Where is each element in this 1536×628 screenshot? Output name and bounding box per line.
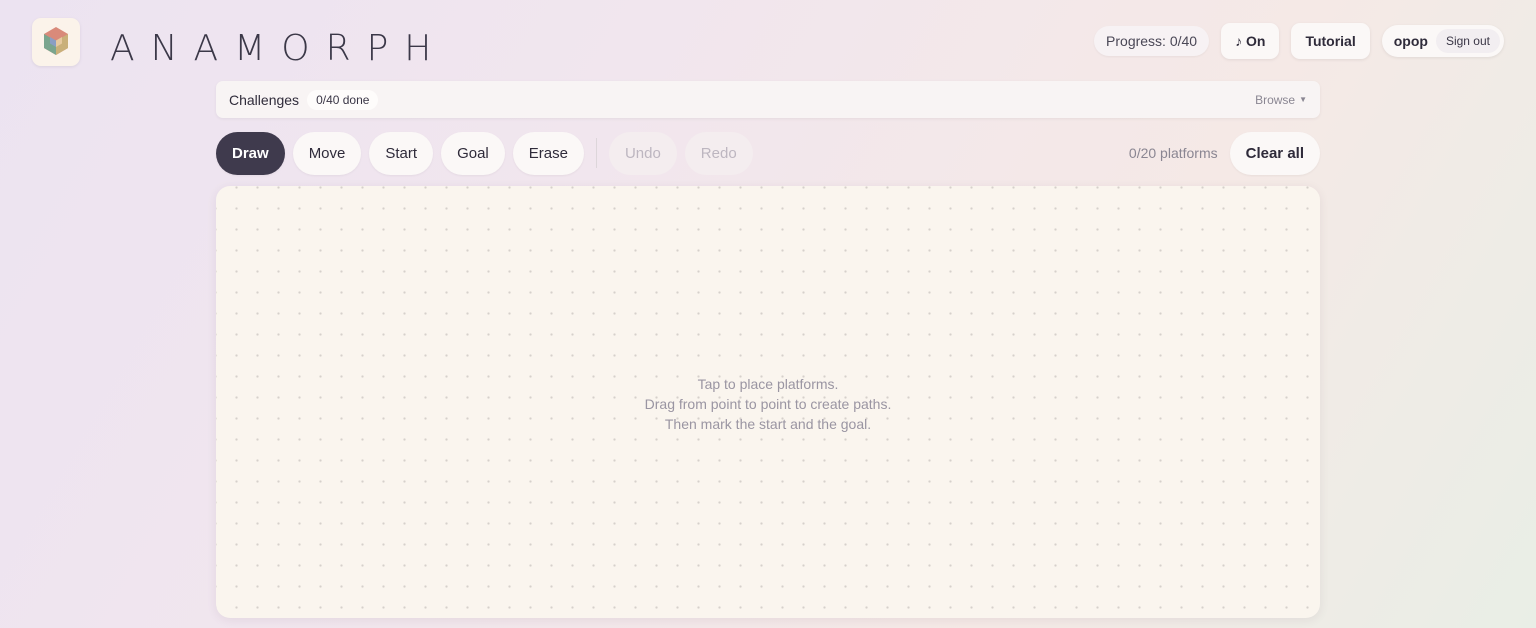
challenges-label: Challenges bbox=[229, 91, 300, 108]
draw-tool-button[interactable]: Draw bbox=[216, 131, 285, 175]
canvas-hint-line: Then mark the start and the goal. bbox=[664, 416, 872, 432]
user-menu: opop Sign out bbox=[1381, 25, 1504, 57]
drawing-canvas[interactable]: Tap to place platforms. Drag from point … bbox=[216, 186, 1320, 618]
canvas-hint: Tap to place platforms. Drag from point … bbox=[216, 374, 1320, 434]
goal-tool-button[interactable]: Goal bbox=[441, 131, 505, 175]
clear-all-button[interactable]: Clear all bbox=[1229, 131, 1320, 175]
platform-count: 0/20 platforms bbox=[1128, 145, 1218, 161]
progress-indicator: Progress: 0/40 bbox=[1094, 26, 1210, 56]
header-actions: Progress: 0/40 ♪ On Tutorial opop Sign o… bbox=[1094, 23, 1504, 59]
challenges-bar: Challenges 0/40 done Browse ▼ bbox=[216, 81, 1320, 118]
music-toggle-button[interactable]: ♪ On bbox=[1221, 23, 1280, 59]
user-name: opop bbox=[1393, 33, 1428, 49]
browse-challenges-button[interactable]: Browse ▼ bbox=[1255, 93, 1307, 107]
browse-label: Browse bbox=[1255, 92, 1296, 107]
isometric-cube-logo-icon bbox=[44, 27, 68, 55]
sign-out-button[interactable]: Sign out bbox=[1435, 29, 1500, 53]
move-tool-button[interactable]: Move bbox=[292, 131, 362, 175]
canvas-hint-line: Drag from point to point to create paths… bbox=[644, 396, 892, 412]
challenges-progress-badge: 0/40 done bbox=[307, 89, 379, 110]
chevron-down-icon: ▼ bbox=[1299, 95, 1307, 104]
start-tool-button[interactable]: Start bbox=[369, 131, 434, 175]
canvas-hint-line: Tap to place platforms. bbox=[697, 376, 839, 392]
tutorial-button[interactable]: Tutorial bbox=[1291, 23, 1370, 59]
toolbar-divider bbox=[595, 138, 597, 168]
erase-tool-button[interactable]: Erase bbox=[512, 131, 584, 175]
app-wordmark: ANAMORPH bbox=[110, 27, 448, 69]
editor-toolbar: Draw Move Start Goal Erase Undo Redo 0/2… bbox=[216, 131, 1320, 175]
app-logo bbox=[32, 18, 80, 66]
undo-button[interactable]: Undo bbox=[608, 131, 677, 175]
redo-button[interactable]: Redo bbox=[684, 131, 753, 175]
